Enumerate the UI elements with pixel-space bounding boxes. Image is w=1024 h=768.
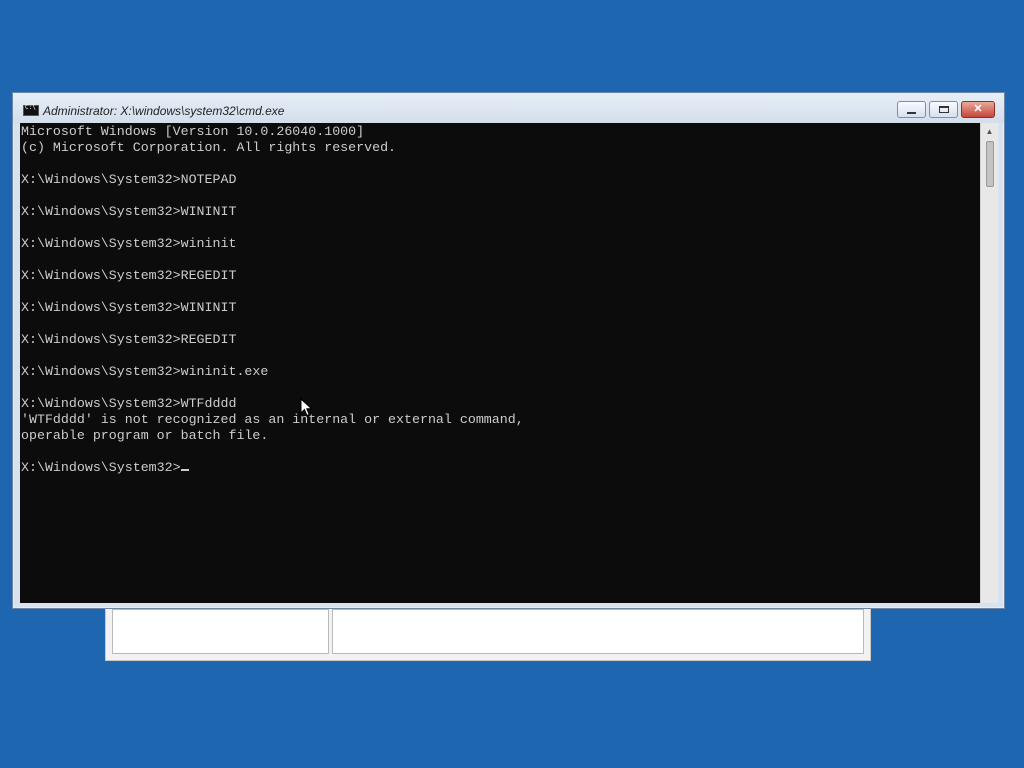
console-line: X:\Windows\System32>REGEDIT — [21, 268, 237, 283]
window-title: Administrator: X:\windows\system32\cmd.e… — [43, 104, 285, 118]
close-icon: ✕ — [973, 103, 983, 115]
background-pane-left — [112, 609, 329, 654]
console-line: X:\Windows\System32>wininit — [21, 236, 237, 251]
console-line: X:\Windows\System32>wininit.exe — [21, 364, 269, 379]
maximize-icon — [938, 106, 949, 113]
cmd-window[interactable]: Administrator: X:\windows\system32\cmd.e… — [12, 92, 1005, 609]
scroll-up-arrow-icon[interactable]: ▲ — [981, 123, 998, 140]
vertical-scrollbar[interactable]: ▲ — [980, 123, 998, 603]
console-history: Microsoft Windows [Version 10.0.26040.10… — [21, 124, 524, 443]
close-button[interactable]: ✕ — [961, 101, 995, 118]
command-prompt: X:\Windows\System32> — [21, 460, 181, 475]
title-bar[interactable]: Administrator: X:\windows\system32\cmd.e… — [13, 93, 1004, 123]
console-line: (c) Microsoft Corporation. All rights re… — [21, 140, 397, 155]
console-line: X:\Windows\System32>WTFdddd — [21, 396, 237, 411]
maximize-button[interactable] — [929, 101, 958, 118]
console-line: X:\Windows\System32>WININIT — [21, 300, 237, 315]
text-cursor — [180, 469, 189, 471]
scrollbar-thumb[interactable] — [986, 141, 994, 187]
console-line: Microsoft Windows [Version 10.0.26040.10… — [21, 124, 365, 139]
console-line: 'WTFdddd' is not recognized as an intern… — [21, 412, 524, 427]
console-line: operable program or batch file. — [21, 428, 269, 443]
console-line: X:\Windows\System32>WININIT — [21, 204, 237, 219]
console-line: X:\Windows\System32>NOTEPAD — [21, 172, 237, 187]
background-pane-right — [332, 609, 864, 654]
console-output[interactable]: Microsoft Windows [Version 10.0.26040.10… — [20, 123, 980, 603]
cmd-icon[interactable] — [23, 104, 39, 116]
console-line: X:\Windows\System32>REGEDIT — [21, 332, 237, 347]
minimize-icon — [907, 111, 916, 114]
console-text: Microsoft Windows [Version 10.0.26040.10… — [20, 123, 980, 476]
minimize-button[interactable] — [897, 101, 926, 118]
